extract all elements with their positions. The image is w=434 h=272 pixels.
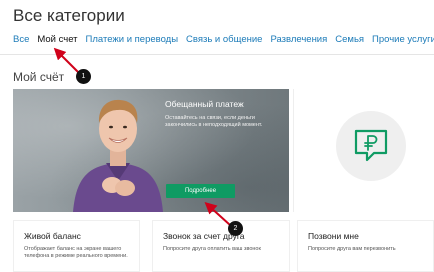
tab-family[interactable]: Семья	[335, 34, 364, 52]
live-balance-card[interactable]: Живой баланс Отображает баланс на экране…	[13, 220, 140, 272]
annotation-badge-1: 1	[76, 69, 91, 84]
section-title: Мой счёт	[13, 70, 65, 84]
category-tabs: Все Мой счет Платежи и переводы Связь и …	[13, 34, 434, 52]
card-text: Попросите друга оплатить ваш звонок	[163, 246, 261, 252]
banner-heading: Обещанный платеж	[165, 99, 244, 109]
details-button[interactable]: Подробнее	[166, 184, 235, 198]
ruble-chat-icon	[354, 129, 388, 162]
promised-payment-banner[interactable]: Обещанный платеж Оставайтесь на связи, е…	[13, 89, 289, 212]
card-text: Отображает баланс на экране вашего телеф…	[24, 246, 128, 259]
tab-entertainment[interactable]: Развлечения	[270, 34, 327, 52]
page-title: Все категории	[13, 6, 125, 25]
tabs-divider	[0, 54, 434, 55]
card-title: Звонок за счет друга	[163, 231, 245, 241]
card-title: Позвони мне	[308, 231, 359, 241]
tab-all[interactable]: Все	[13, 34, 29, 52]
smiling-man-photo	[73, 99, 163, 212]
call-me-card[interactable]: Позвони мне Попросите друга вам перезвон…	[297, 220, 434, 272]
payment-service-card[interactable]	[293, 89, 434, 212]
friend-pays-call-card[interactable]: Звонок за счет друга Попросите друга опл…	[152, 220, 290, 272]
tab-communication[interactable]: Связь и общение	[186, 34, 262, 52]
annotation-badge-2: 2	[228, 221, 243, 236]
banner-text: Оставайтесь на связи, если деньги законч…	[165, 115, 263, 128]
tab-my-account[interactable]: Мой счет	[37, 34, 77, 52]
card-title: Живой баланс	[24, 231, 81, 241]
tab-payments[interactable]: Платежи и переводы	[86, 34, 179, 52]
card-text: Попросите друга вам перезвонить	[308, 246, 396, 252]
tab-other-services[interactable]: Прочие услуги	[372, 34, 434, 52]
